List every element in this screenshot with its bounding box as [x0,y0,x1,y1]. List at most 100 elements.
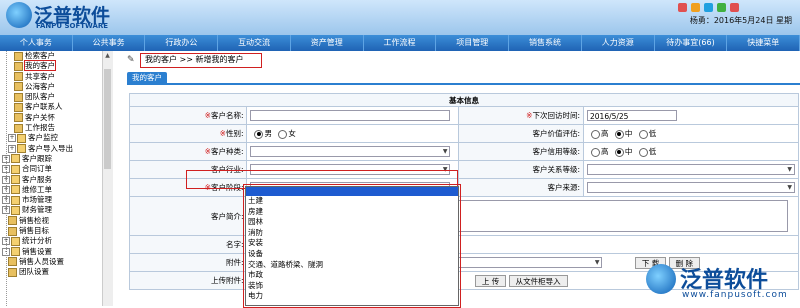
home-icon[interactable] [678,3,687,12]
dropdown-option[interactable]: 消防 [246,228,458,239]
upload-button[interactable]: 上 传 [474,274,507,287]
sidebar-item[interactable]: + 财务管理 [0,205,112,215]
gender-label: ※性别: [128,124,248,143]
nav-projects[interactable]: 项目管理 [436,35,510,51]
nav-admin-office[interactable]: 行政办公 [145,35,219,51]
sidebar-item-label: 共享客户 [25,71,55,81]
industry-dropdown-list[interactable]: 土建 房建 园林 消防 安装 设备 交通、道路桥梁、隧洞 市政 装饰 电力 [245,186,459,306]
chevron-down-icon: ▼ [787,184,792,191]
expand-icon[interactable]: + [2,175,10,184]
sidebar-item-label: 维修工单 [22,184,52,194]
gender-male-radio[interactable] [254,129,264,139]
category-select[interactable]: ▼ [250,146,451,157]
sidebar-item[interactable]: 销售检视 [0,216,112,226]
stage-label: ※客户阶段: [128,178,248,197]
expand-icon[interactable]: + [2,165,10,174]
sidebar-item[interactable]: - 销售设置 [0,247,112,257]
intro-label: 客户简介: [128,196,248,236]
collapse-icon[interactable]: - [2,247,10,256]
dropdown-option[interactable]: 房建 [246,207,458,218]
scroll-thumb[interactable] [104,69,111,169]
sidebar-scrollbar[interactable]: ▲ [102,51,113,306]
expand-icon[interactable]: + [2,154,10,163]
sidebar-item[interactable]: + 客户导入导出 [0,144,112,154]
sidebar-item[interactable]: 工作报告 [0,123,112,133]
sidebar-item[interactable]: 公海客户 [0,82,112,92]
credit-mid-radio[interactable] [614,147,624,157]
main-nav: 个人事务 公共事务 行政办公 互动交流 资产管理 工作流程 项目管理 销售系统 … [0,35,800,51]
sidebar-item[interactable]: 团队客户 [0,92,112,102]
nav-personal[interactable]: 个人事务 [0,35,73,51]
sidebar-tree: 检索客户 我的客户 共享客户 公海客户 团队客户 客户联系人 客户关怀 工作报告 + 客户监控 + 客… [0,51,113,306]
sidebar-item[interactable]: + 客户服务 [0,175,112,185]
expand-icon[interactable]: + [8,134,16,143]
sidebar-item-label: 客户联系人 [25,102,63,112]
exit-icon[interactable] [730,3,739,12]
female-label: 女 [288,129,296,138]
dropdown-option[interactable]: 市政 [246,270,458,281]
sidebar-item[interactable]: + 合同订单 [0,164,112,174]
value-mid-radio[interactable] [614,129,624,139]
sidebar-item[interactable]: 销售人员设置 [0,257,112,267]
chevron-down-icon: ▼ [787,166,792,173]
nav-shortcuts[interactable]: 快捷菜单 [727,35,800,51]
sidebar-item-label: 销售检视 [19,215,49,225]
chevron-down-icon: ▼ [594,259,600,266]
credit-low-radio[interactable] [638,147,648,157]
refresh-icon[interactable] [704,3,713,12]
next-visit-input[interactable]: 2016/5/25 [587,110,677,121]
dropdown-option[interactable]: 交通、道路桥梁、隧洞 [246,260,458,271]
sidebar-item[interactable]: + 市场管理 [0,195,112,205]
gender-female-radio[interactable] [278,129,288,139]
sidebar-item[interactable]: 客户联系人 [0,102,112,112]
dropdown-option[interactable] [246,187,458,196]
credit-high-radio[interactable] [591,147,600,157]
value-low-radio[interactable] [638,129,648,139]
industry-select[interactable]: ▼ [250,164,451,175]
scroll-up-icon[interactable]: ▲ [104,52,111,60]
sidebar-item[interactable]: + 客户跟踪 [0,154,112,164]
source-select[interactable]: ▼ [587,182,795,193]
help-icon[interactable] [717,3,726,12]
value-high-radio[interactable] [591,129,600,139]
dropdown-option[interactable]: 安装 [246,238,458,249]
relation-level-select[interactable]: ▼ [587,164,795,175]
expand-icon[interactable]: + [2,206,10,215]
chevron-down-icon: ▼ [442,166,448,173]
expand-icon[interactable]: + [2,185,10,194]
sidebar-item[interactable]: + 维修工单 [0,185,112,195]
sidebar-item[interactable]: 团队设置 [0,267,112,277]
tab-underline [127,83,800,85]
nav-todo[interactable]: 待办事宜(66) [655,35,728,51]
dropdown-option[interactable]: 园林 [246,217,458,228]
sidebar-item-label: 客户导入导出 [28,143,73,153]
import-from-cabinet-button[interactable]: 从文件柜导入 [508,274,568,287]
tab-my-customers[interactable]: 我的客户 [127,72,167,83]
sidebar-item[interactable]: + 统计分析 [0,236,112,246]
chevron-down-icon: ▼ [442,148,448,155]
sidebar-item[interactable]: 检索客户 [0,51,112,61]
sidebar-item-label: 销售设置 [22,246,52,256]
dropdown-option[interactable]: 土建 [246,196,458,207]
nav-assets[interactable]: 资产管理 [291,35,364,51]
sidebar-item[interactable]: 我的客户 [0,60,112,72]
nav-public[interactable]: 公共事务 [73,35,146,51]
expand-icon[interactable]: + [2,237,10,246]
dropdown-option[interactable]: 电力 [246,291,458,302]
sidebar-item[interactable]: 共享客户 [0,72,112,82]
customer-name-input[interactable] [250,110,451,121]
nav-hr[interactable]: 人力资源 [582,35,655,51]
dropdown-option[interactable]: 装饰 [246,281,458,292]
sidebar-item[interactable]: + 客户监控 [0,133,112,143]
sidebar-item[interactable]: 客户关怀 [0,113,112,123]
dropdown-option[interactable]: 设备 [246,249,458,260]
expand-icon[interactable]: + [2,196,10,205]
expand-icon[interactable]: + [8,144,16,153]
nav-interaction[interactable]: 互动交流 [218,35,291,51]
fanpu-watermark-icon [646,264,676,294]
mail-icon[interactable] [691,3,700,12]
nav-workflow[interactable]: 工作流程 [364,35,437,51]
nav-sales[interactable]: 销售系统 [509,35,582,51]
sidebar-item[interactable]: 销售目标 [0,226,112,236]
tree-list: 检索客户 我的客户 共享客户 公海客户 团队客户 客户联系人 客户关怀 工作报告 + 客户监控 + 客… [0,51,112,278]
